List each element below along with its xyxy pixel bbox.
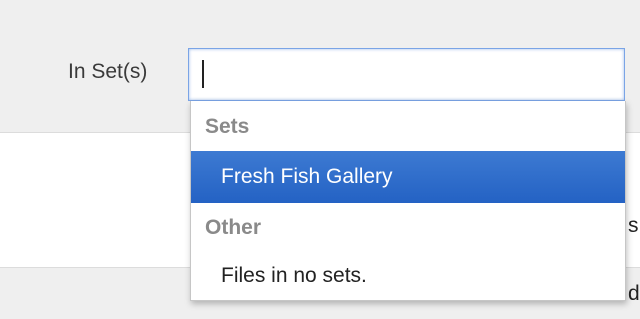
obscured-text-fragment: s bbox=[628, 214, 639, 237]
sets-dropdown: Sets Fresh Fish Gallery Other Files in n… bbox=[190, 101, 626, 301]
option-fresh-fish-gallery[interactable]: Fresh Fish Gallery bbox=[191, 151, 625, 203]
group-header-other: Other bbox=[205, 216, 262, 239]
text-caret bbox=[202, 60, 204, 88]
in-sets-label: In Set(s) bbox=[68, 60, 148, 83]
option-files-in-no-sets[interactable]: Files in no sets. bbox=[191, 250, 625, 302]
group-header-sets: Sets bbox=[205, 115, 250, 138]
obscured-text-fragment: d bbox=[628, 282, 640, 305]
in-sets-input[interactable] bbox=[188, 48, 625, 101]
